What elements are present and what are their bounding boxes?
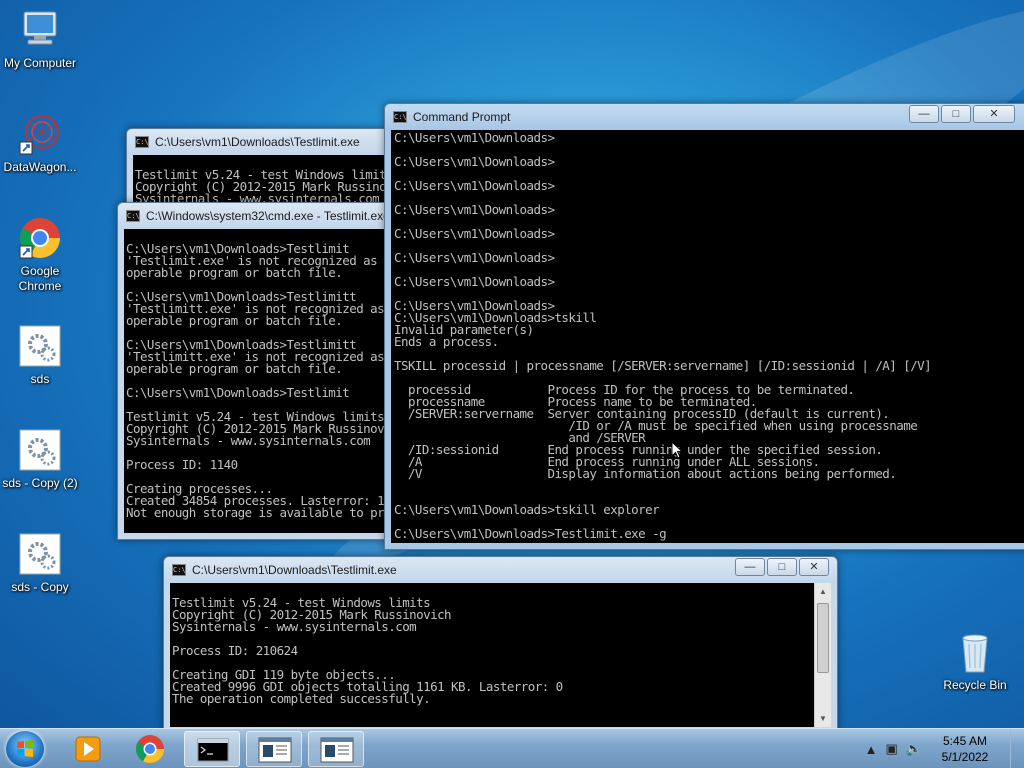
taskbar-media-player[interactable] xyxy=(60,731,116,767)
minimize-button[interactable]: — xyxy=(909,105,939,123)
datawagon-icon[interactable]: DataWagon... xyxy=(0,112,80,175)
my-computer-label: My Computer xyxy=(3,56,77,70)
close-button[interactable]: ✕ xyxy=(799,558,829,576)
recycle-bin-icon[interactable]: Recycle Bin xyxy=(935,630,1015,693)
taskbar-testlimit-2[interactable] xyxy=(308,731,364,767)
clock[interactable]: 5:45 AM 5/1/2022 xyxy=(930,733,1000,765)
scroll-thumb[interactable] xyxy=(817,603,829,673)
taskbar-chrome[interactable] xyxy=(122,731,178,767)
maximize-button[interactable]: □ xyxy=(767,558,797,576)
command-prompt-window[interactable]: C:\ Command Prompt — □ ✕ C:\Users\vm1\Do… xyxy=(384,103,1024,550)
maximize-button[interactable]: □ xyxy=(941,105,971,123)
clock-time: 5:45 AM xyxy=(942,734,988,748)
console-app-icon: C:\ xyxy=(172,564,186,576)
minimize-button[interactable]: — xyxy=(735,558,765,576)
scroll-down-arrow-icon[interactable]: ▼ xyxy=(815,710,831,727)
cmd-taskbar-icon xyxy=(197,738,229,762)
sds-copy-icon[interactable]: sds - Copy xyxy=(0,532,80,595)
console-app-icon: C:\ xyxy=(135,136,149,148)
my-computer-icon[interactable]: My Computer xyxy=(0,8,80,71)
console-window-icon xyxy=(320,737,354,763)
sds-copy-2-label: sds - Copy (2) xyxy=(2,476,78,490)
console-output[interactable]: Testlimit v5.24 - test Windows limits Co… xyxy=(170,583,814,727)
vertical-scrollbar[interactable]: ▲ ▼ xyxy=(814,583,831,727)
start-button[interactable] xyxy=(6,731,44,767)
sds-icon[interactable]: sds xyxy=(0,324,80,387)
sds-copy-label: sds - Copy xyxy=(11,580,69,594)
datawagon-label: DataWagon... xyxy=(3,160,77,174)
taskbar-testlimit-1[interactable] xyxy=(246,731,302,767)
chrome-label: Google Chrome xyxy=(18,264,62,293)
system-tray: ▲ ▣ 🔈 5:45 AM 5/1/2022 xyxy=(865,729,1024,768)
show-desktop-button[interactable] xyxy=(1010,729,1024,768)
sds-label: sds xyxy=(30,372,50,386)
media-player-icon xyxy=(75,736,101,762)
clock-date: 5/1/2022 xyxy=(941,750,989,764)
title-bar[interactable]: C:\ Command Prompt — □ ✕ xyxy=(385,104,1024,130)
volume-icon[interactable]: 🔈 xyxy=(906,741,922,757)
console-window-icon xyxy=(258,737,292,763)
recycle-bin-label: Recycle Bin xyxy=(943,678,1007,692)
show-hidden-icons-icon[interactable]: ▲ xyxy=(865,742,878,757)
console-app-icon: C:\ xyxy=(393,111,407,123)
title-bar[interactable]: C:\ C:\Users\vm1\Downloads\Testlimit.exe… xyxy=(164,557,837,583)
testlimit-window-front[interactable]: C:\ C:\Users\vm1\Downloads\Testlimit.exe… xyxy=(163,556,838,728)
taskbar: ▲ ▣ 🔈 5:45 AM 5/1/2022 xyxy=(0,728,1024,768)
network-icon[interactable]: ▣ xyxy=(886,741,898,757)
chrome-taskbar-icon xyxy=(136,735,164,763)
scroll-up-arrow-icon[interactable]: ▲ xyxy=(815,583,831,600)
console-app-icon: C:\ xyxy=(126,210,140,222)
taskbar-command-prompt[interactable] xyxy=(184,731,240,767)
windows-logo-icon xyxy=(17,740,33,757)
window-title: Command Prompt xyxy=(413,110,511,124)
console-output[interactable]: C:\Users\vm1\Downloads> C:\Users\vm1\Dow… xyxy=(391,130,1024,543)
desktop: My Computer DataWagon... Google Chrome s… xyxy=(0,0,1024,728)
close-button[interactable]: ✕ xyxy=(973,105,1015,123)
sds-copy-2-icon[interactable]: sds - Copy (2) xyxy=(0,428,80,491)
window-title: C:\Users\vm1\Downloads\Testlimit.exe xyxy=(192,563,397,577)
mouse-cursor-icon xyxy=(671,441,683,459)
chrome-icon[interactable]: Google Chrome xyxy=(0,216,80,294)
